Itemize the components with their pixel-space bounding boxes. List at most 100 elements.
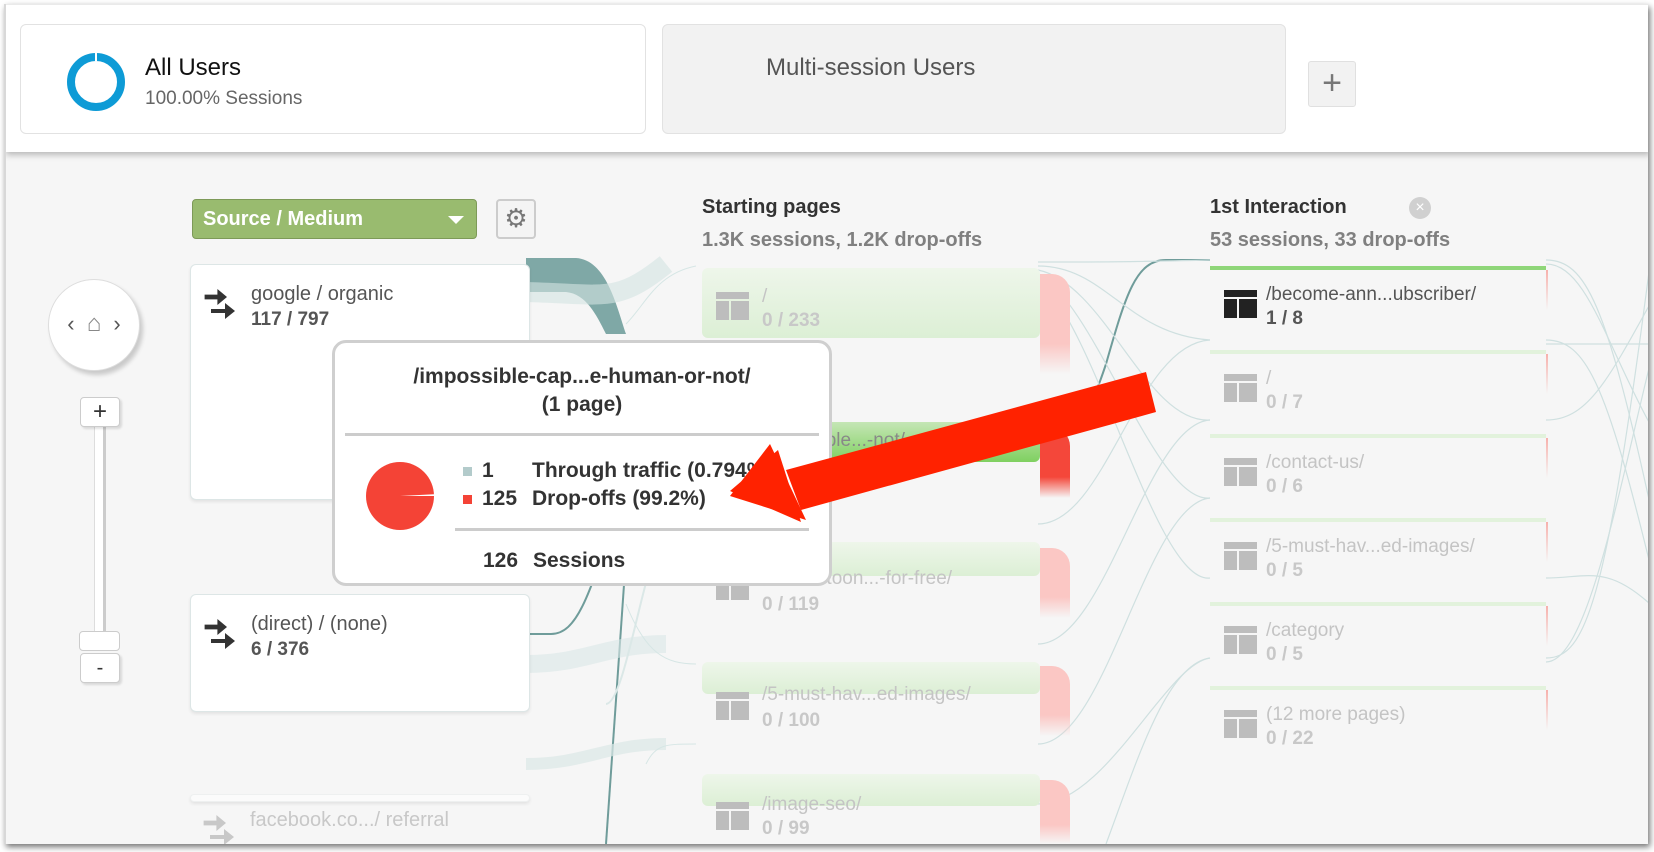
starting-page-node[interactable]: /image-seo/ 0 / 99 [702, 774, 1040, 844]
add-segment-button[interactable]: + [1308, 61, 1356, 107]
page-value: 0 / 5 [1266, 644, 1303, 665]
node-tooltip: /impossible-cap...e-human-or-not/ (1 pag… [332, 340, 832, 586]
page-value: 0 / 7 [1266, 392, 1303, 413]
segment-multi-session[interactable]: Multi-session Users [662, 24, 1286, 134]
page-icon [1224, 458, 1257, 486]
close-icon[interactable]: × [1409, 197, 1431, 219]
drop-off-bar [1040, 274, 1070, 374]
dimension-select[interactable]: Source / Medium [192, 199, 477, 239]
legend-swatch [463, 466, 472, 476]
column-summary-starting-pages: 1.3K sessions, 1.2K drop-offs [702, 229, 983, 251]
tooltip-page-name: /impossible-cap...e-human-or-not/ [413, 365, 751, 388]
drop-off-bar [1546, 354, 1548, 394]
page-icon [716, 802, 749, 830]
page-value: 1 / 8 [1266, 308, 1303, 329]
zoom-slider-handle[interactable] [79, 631, 120, 651]
starting-page-node[interactable]: / 0 / 233 [702, 268, 1040, 338]
page-name: / [1266, 368, 1272, 389]
segment-donut-icon [67, 53, 125, 111]
node-bar [702, 268, 1040, 338]
flow-band [525, 635, 667, 673]
interaction-node[interactable]: /category 0 / 5 [1210, 602, 1548, 682]
drop-off-bar-highlighted [1040, 428, 1070, 498]
page-name: / [762, 286, 768, 307]
gear-icon[interactable]: ⚙ [496, 199, 536, 239]
donut-gap [95, 51, 97, 61]
row-label: Through traffic (0.794%) [532, 459, 773, 482]
page-value: 0 / 6 [1266, 476, 1303, 497]
page-name: /5-must-hav...ed-images/ [1266, 536, 1475, 557]
drop-off-bar [1040, 666, 1070, 736]
traffic-source-icon [204, 619, 235, 649]
zoom-slider-track[interactable] [94, 424, 106, 642]
page-name: /contact-us/ [1266, 452, 1365, 473]
page-name: /5-must-hav...ed-images/ [762, 684, 971, 705]
page-name: /category [1266, 620, 1345, 641]
page-name: (12 more pages) [1266, 704, 1406, 725]
node-bar [1210, 518, 1546, 522]
drop-off-bar [1546, 606, 1548, 646]
drop-off-bar [1546, 690, 1548, 730]
behavior-flow-frame: All Users 100.00% Sessions Multi-session… [4, 4, 1648, 844]
zoom-in-button[interactable]: + [80, 397, 120, 427]
page-name: /image-seo/ [762, 794, 862, 815]
tooltip-total: 126 Sessions [483, 549, 625, 573]
total-count: 126 [483, 549, 519, 572]
zoom-out-button[interactable]: - [80, 653, 120, 683]
node-bar [1210, 434, 1546, 438]
segment-all-users[interactable]: All Users 100.00% Sessions [20, 24, 646, 134]
page-value: 0 / 100 [762, 710, 821, 731]
nav-prev-button[interactable]: ‹ [67, 280, 74, 368]
flow-band [525, 738, 667, 770]
row-count: 125 [482, 487, 518, 510]
page-icon [716, 292, 749, 320]
drop-off-bar [1546, 438, 1548, 478]
drop-off-bar [1546, 270, 1548, 310]
column-summary-first-interaction: 53 sessions, 33 drop-offs [1210, 229, 1451, 251]
page-value: 0 / 22 [1266, 728, 1314, 749]
interaction-node[interactable]: /5-must-hav...ed-images/ 0 / 5 [1210, 518, 1548, 598]
page-icon [1224, 542, 1257, 570]
page-value: 0 / 233 [762, 310, 821, 331]
tooltip-pie-chart [366, 462, 435, 530]
drop-off-bar [1546, 522, 1548, 562]
drop-off-bar [1040, 548, 1070, 618]
source-node[interactable]: (direct) / (none) 6 / 376 [190, 594, 530, 712]
node-bar [1210, 266, 1546, 270]
traffic-source-icon [204, 289, 235, 319]
page-icon [1224, 626, 1257, 654]
interaction-node[interactable]: /become-ann...ubscriber/ 1 / 8 [1210, 266, 1548, 346]
tooltip-row-through: 1 Through traffic (0.794%) [463, 459, 772, 483]
row-count: 1 [482, 459, 494, 482]
drop-off-bar [1040, 780, 1070, 844]
nav-next-button[interactable]: › [113, 280, 120, 368]
divider [455, 528, 809, 531]
interaction-node[interactable]: / 0 / 7 [1210, 350, 1548, 430]
source-value: 117 / 797 [251, 309, 330, 330]
page-icon [1224, 710, 1257, 738]
traffic-source-icon [203, 815, 234, 844]
divider [345, 433, 819, 436]
nav-control: ‹ ⌂ › [48, 279, 140, 371]
segment-subtitle: 100.00% Sessions [145, 88, 303, 109]
source-value: 6 / 376 [251, 639, 310, 660]
page-value: 0 / 99 [762, 818, 810, 839]
segment-title: All Users [145, 54, 242, 81]
legend-swatch [463, 494, 472, 504]
node-bar [1210, 602, 1546, 606]
node-bar [1210, 686, 1546, 690]
chevron-down-icon [448, 216, 464, 224]
page-icon [1224, 374, 1257, 402]
total-label: Sessions [533, 549, 626, 572]
segment-bar: All Users 100.00% Sessions Multi-session… [6, 4, 1648, 152]
source-name: facebook.co.../ referral [250, 809, 449, 831]
dimension-select-label: Source / Medium [203, 208, 364, 230]
home-icon[interactable]: ⌂ [87, 280, 102, 368]
interaction-node[interactable]: (12 more pages) 0 / 22 [1210, 686, 1548, 766]
starting-page-node[interactable]: /5-must-hav...ed-images/ 0 / 100 [702, 662, 1040, 732]
interaction-node[interactable]: /contact-us/ 0 / 6 [1210, 434, 1548, 514]
source-node[interactable]: facebook.co.../ referral [190, 799, 530, 844]
page-name: /become-ann...ubscriber/ [1266, 284, 1477, 305]
tooltip-page-count: (1 page) [541, 393, 623, 416]
column-title-first-interaction: 1st Interaction [1210, 196, 1347, 218]
